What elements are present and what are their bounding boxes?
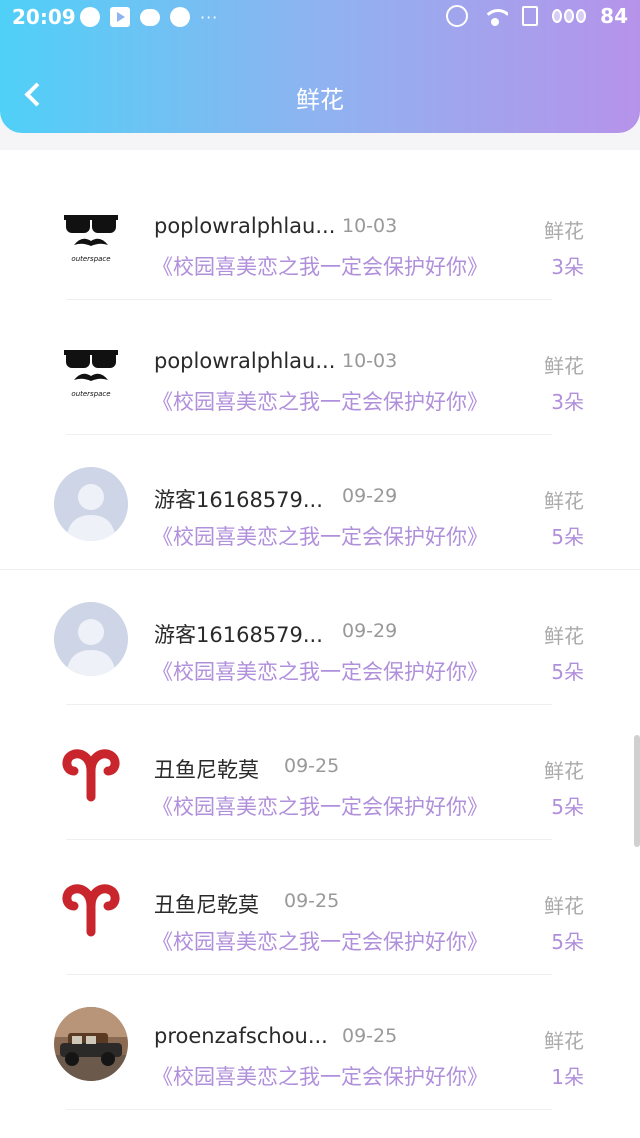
gift-date: 09-25 bbox=[284, 890, 340, 912]
book-title-link[interactable]: 《校园喜美恋之我一定会保护好你》 bbox=[152, 386, 488, 416]
gift-date: 09-29 bbox=[342, 620, 398, 642]
divider bbox=[66, 1109, 552, 1110]
list-item[interactable]: 丑鱼尼乾莫 09-25 《校园喜美恋之我一定会保护好你》 鲜花 5朵 bbox=[0, 840, 640, 975]
user-name: 丑鱼尼乾莫 bbox=[154, 758, 259, 782]
user-name: 丑鱼尼乾莫 bbox=[154, 893, 259, 917]
user-name: poplowralphlau... bbox=[154, 214, 336, 238]
gift-date: 10-03 bbox=[342, 215, 398, 237]
battery-level: 84 bbox=[600, 4, 628, 28]
play-store-icon bbox=[110, 7, 130, 27]
book-title-link[interactable]: 《校园喜美恋之我一定会保护好你》 bbox=[152, 1061, 488, 1091]
gift-count: 3朵 bbox=[551, 390, 584, 414]
avatar[interactable]: outerspace bbox=[54, 332, 128, 406]
book-title-link[interactable]: 《校园喜美恋之我一定会保护好你》 bbox=[152, 791, 488, 821]
scrollbar[interactable] bbox=[634, 735, 640, 847]
wifi-icon bbox=[482, 6, 509, 26]
gift-date: 10-03 bbox=[342, 350, 398, 372]
list-item[interactable]: 丑鱼尼乾莫 09-25 《校园喜美恋之我一定会保护好你》 鲜花 5朵 bbox=[0, 705, 640, 840]
avatar[interactable] bbox=[54, 467, 128, 541]
list-item[interactable]: outerspace poplowralphlau... 10-03 《校园喜美恋之… bbox=[0, 165, 640, 300]
flower-gift-list[interactable]: outerspace poplowralphlau... 10-03 《校园喜美恋之… bbox=[0, 150, 640, 1138]
list-item[interactable]: outerspace poplowralphlau... 10-03 《校园喜美恋之… bbox=[0, 300, 640, 435]
gift-type-label: 鲜花 bbox=[544, 219, 584, 243]
gift-count: 1朵 bbox=[551, 1065, 584, 1089]
notification-icons: ··· bbox=[80, 7, 218, 27]
user-name: 游客16168579... bbox=[154, 488, 323, 512]
list-item[interactable]: 游客16168579... 09-29 《校园喜美恋之我一定会保护好你》 鲜花 5朵 bbox=[0, 570, 640, 705]
message-icon bbox=[140, 8, 160, 26]
status-bar: 20:09 ··· 84 bbox=[0, 0, 640, 36]
gift-type-label: 鲜花 bbox=[544, 354, 584, 378]
avatar[interactable]: outerspace bbox=[54, 197, 128, 271]
list-item[interactable]: proenzafschou... 09-25 《校园喜美恋之我一定会保护好你》 鲜花 1… bbox=[0, 975, 640, 1110]
gift-date: 09-29 bbox=[342, 485, 398, 507]
avatar[interactable] bbox=[54, 737, 128, 811]
sim-icon bbox=[522, 6, 539, 26]
battery-icon bbox=[552, 9, 587, 23]
svg-text:outerspace: outerspace bbox=[71, 255, 110, 263]
book-title-link[interactable]: 《校园喜美恋之我一定会保护好你》 bbox=[152, 521, 488, 551]
app-header: 20:09 ··· 84 鲜花 bbox=[0, 0, 640, 133]
gift-count: 3朵 bbox=[551, 255, 584, 279]
user-name: proenzafschou... bbox=[154, 1024, 328, 1048]
book-title-link[interactable]: 《校园喜美恋之我一定会保护好你》 bbox=[152, 656, 488, 686]
system-icons: 84 bbox=[446, 4, 628, 28]
gift-count: 5朵 bbox=[551, 660, 584, 684]
gift-date: 09-25 bbox=[342, 1025, 398, 1047]
book-title-link[interactable]: 《校园喜美恋之我一定会保护好你》 bbox=[152, 251, 488, 281]
app-notification-icon bbox=[170, 7, 190, 27]
gift-count: 5朵 bbox=[551, 930, 584, 954]
book-title-link[interactable]: 《校园喜美恋之我一定会保护好你》 bbox=[152, 926, 488, 956]
avatar[interactable] bbox=[54, 1007, 128, 1081]
gift-count: 5朵 bbox=[551, 525, 584, 549]
list-item[interactable]: 游客16168579... 09-29 《校园喜美恋之我一定会保护好你》 鲜花 5朵 bbox=[0, 435, 640, 570]
user-name: poplowralphlau... bbox=[154, 349, 336, 373]
more-notifications-icon: ··· bbox=[200, 7, 219, 27]
avatar[interactable] bbox=[54, 872, 128, 946]
avatar[interactable] bbox=[54, 602, 128, 676]
user-name: 游客16168579... bbox=[154, 623, 323, 647]
data-saver-icon bbox=[446, 5, 469, 27]
gift-type-label: 鲜花 bbox=[544, 624, 584, 648]
gift-type-label: 鲜花 bbox=[544, 759, 584, 783]
gift-type-label: 鲜花 bbox=[544, 489, 584, 513]
notification-dot-icon bbox=[80, 7, 100, 27]
status-time: 20:09 bbox=[12, 5, 76, 29]
gift-type-label: 鲜花 bbox=[544, 1029, 584, 1053]
gift-type-label: 鲜花 bbox=[544, 894, 584, 918]
gift-date: 09-25 bbox=[284, 755, 340, 777]
gift-count: 5朵 bbox=[551, 795, 584, 819]
page-title: 鲜花 bbox=[296, 86, 344, 114]
svg-text:outerspace: outerspace bbox=[71, 390, 110, 398]
